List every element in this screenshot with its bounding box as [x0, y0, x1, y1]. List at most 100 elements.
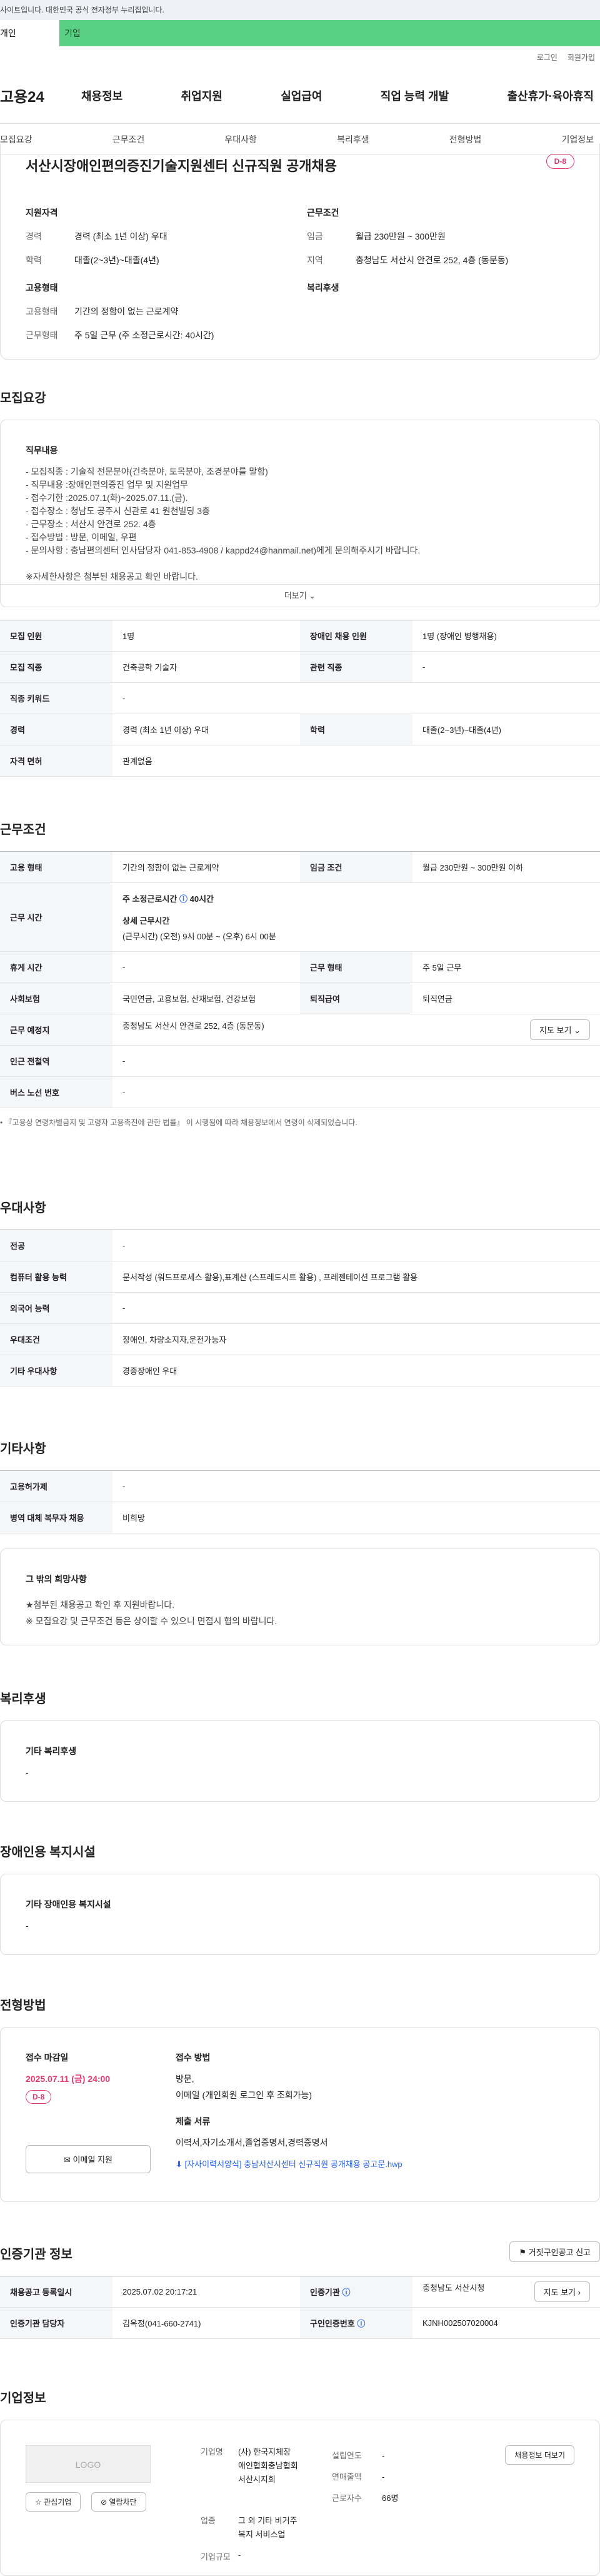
cell-key: 퇴직급여 — [300, 982, 412, 1014]
gnb-item-leave[interactable]: 출산휴가·육아휴직 — [508, 88, 594, 104]
method-block: 접수 방법 방문, 이메일 (개인회원 로그인 후 조회가능) 제출 서류 이력… — [176, 2051, 576, 2169]
table-row: 병역 대체 복무자 채용 비희망 — [0, 1502, 600, 1533]
notice-bar: 사이트입니다. 대한민국 공식 전자정부 누리집입니다. — [0, 0, 600, 20]
career-key: 경력 — [26, 231, 42, 241]
block-button[interactable]: ⊘ 열람차단 — [91, 2492, 146, 2512]
type-key: 고용형태 — [26, 306, 58, 316]
cell-key: 인증기관 ⓘ — [300, 2276, 412, 2308]
email-apply-button[interactable]: ✉ 이메일 지원 — [26, 2145, 151, 2173]
work-heading: 근무조건 — [0, 823, 46, 837]
table-row: 사회보험 국민연금, 고용보험, 산재보험, 건강보험 퇴직급여 퇴직연금 — [0, 982, 600, 1014]
cell-value: - — [112, 1076, 600, 1108]
star-icon: ☆ — [35, 2498, 42, 2507]
method-value: 이메일 (개인회원 로그인 후 조회가능) — [176, 2090, 312, 2100]
pref-table: 전공 - 컴퓨터 활용 능력 문서작성 (워드프로세스 활용),표계산 (스프레드시… — [0, 1230, 600, 1386]
util-bar: 로그인 회원가입 — [0, 46, 600, 68]
size-key: 기업규모 — [201, 2552, 231, 2562]
attachment-name: [자사이력서양식] 충남서산시센터 신규직원 공개채용 공고문.hwp — [184, 2159, 402, 2169]
table-row: 경력 경력 (최소 1년 이상) 우대 학력 대졸(2~3년)~대졸(4년) — [0, 714, 600, 745]
info-icon[interactable]: ⓘ — [342, 2288, 350, 2297]
pay-key: 임금 — [307, 231, 323, 241]
name-line: 서산시지회 — [238, 2475, 276, 2484]
addr-cell: 충청남도 서산시 안견로 252, 4층 (동문동) 지도 보기 ⌄ — [112, 1014, 600, 1046]
type-value: 기간의 정함이 없는 근로계약 — [74, 306, 179, 316]
cert-label: 인증기관 — [310, 2288, 340, 2297]
emp-key: 근로자수 — [332, 2493, 362, 2503]
method-value: 방문, — [176, 2074, 194, 2084]
work-section: 근무조건 고용 형태 기간의 정함이 없는 근로계약 임금 조건 월급 230만원 ~… — [0, 819, 600, 1128]
map-button[interactable]: 지도 보기 ⌄ — [530, 1019, 590, 1040]
table-row: 우대조건 장애인, 차량소지자,운전가능자 — [0, 1323, 600, 1355]
favorite-button[interactable]: ☆ 관심기업 — [26, 2492, 81, 2512]
cell-value: - — [112, 682, 600, 714]
company-section: 기업정보 LOGO ☆ 관심기업 ⊘ 열람차단 기업명 (사) 한국지체장 애인협회… — [0, 2388, 600, 2576]
duty-card: 직무내용 - 모집직종 : 기술직 전문분야(건축분야, 토목분야, 조경분야를… — [0, 420, 600, 607]
hope-line: ★첨부된 채용공고 확인 후 지원바랍니다. — [26, 1600, 175, 1610]
report-button[interactable]: ⚑ 거짓구인공고 신고 — [509, 2241, 600, 2262]
sales-value: - — [382, 2472, 385, 2482]
recruit-table: 모집 인원 1명 장애인 채용 인원 1명 (장애인 병행채용) 모집 직종 건축공학 … — [0, 620, 600, 777]
cell-key: 모집 인원 — [0, 620, 112, 652]
cell-value: 1명 — [112, 620, 300, 652]
deadline-block: 접수 마감일 2025.07.11 (금) 24:00 D-8 ✉ 이메일 지원 — [26, 2051, 163, 2173]
gnb-item-support[interactable]: 취업지원 — [181, 88, 222, 104]
industry-line: 복지 서비스업 — [238, 2530, 286, 2539]
site-logo[interactable]: 고용24 — [0, 84, 81, 106]
info-icon[interactable]: ⓘ — [357, 2319, 365, 2328]
map-button[interactable]: 지도 보기 › — [534, 2281, 590, 2302]
table-row: 인증기관 담당자 김옥정(041-660-2741) 구인인증번호 ⓘ KJNH002… — [0, 2307, 600, 2339]
docs-value: 이력서,자기소개서,졸업증명서,경력증명서 — [176, 2138, 328, 2148]
table-row: 인근 전철역 - — [0, 1045, 600, 1077]
tab-company[interactable]: 기업 — [59, 20, 600, 46]
tab-personal[interactable]: 개인 — [0, 20, 59, 46]
hours-detail-value: (근무시간) (오전) 9시 00분 ~ (오후) 6시 00분 — [122, 932, 276, 941]
cell-value: 장애인, 차량소지자,운전가능자 — [112, 1323, 600, 1355]
table-row: 전공 - — [0, 1230, 600, 1261]
table-row: 버스 노선 번호 - — [0, 1076, 600, 1108]
cell-key: 모집 직종 — [0, 651, 112, 683]
table-row: 모집 직종 건축공학 기술자 관련 직종 - — [0, 651, 600, 683]
gnb-item-training[interactable]: 직업 능력 개발 — [381, 88, 449, 104]
area-key: 지역 — [307, 255, 323, 265]
welfare-card: 기타 복리후생 - — [0, 1720, 600, 1802]
company-jobs-button[interactable]: 채용정보 더보기 — [505, 2445, 574, 2465]
notice-text: 사이트입니다. 대한민국 공식 전자정부 누리집입니다. — [0, 6, 164, 14]
gnb-item-benefit[interactable]: 실업급여 — [281, 88, 322, 104]
cell-value: 문서작성 (워드프로세스 활용),표계산 (스프레드시트 활용) , 프레젠테이… — [112, 1261, 600, 1293]
join-link[interactable]: 회원가입 — [568, 52, 595, 63]
welfare-block: 복리후생 — [307, 281, 339, 305]
cell-key: 경력 — [0, 714, 112, 745]
cell-key: 장애인 채용 인원 — [300, 620, 412, 652]
screen-card: 접수 마감일 2025.07.11 (금) 24:00 D-8 ✉ 이메일 지원… — [0, 2027, 600, 2202]
industry-value: 그 외 기타 비거주 복지 서비스업 — [238, 2514, 298, 2542]
login-link[interactable]: 로그인 — [537, 52, 558, 63]
disab-heading: 장애인용 복지시설 — [0, 1846, 96, 1859]
form-heading: 고용형태 — [26, 283, 58, 293]
more-button[interactable]: 더보기 ⌄ — [1, 584, 599, 607]
hope-title: 그 밖의 희망사항 — [26, 1574, 87, 1584]
cert-section: 인증기관 정보 ⚑ 거짓구인공고 신고 채용공고 등록일시 2025.07.02 … — [0, 2241, 600, 2339]
cell-value: - — [112, 1230, 600, 1261]
name-line: 애인협회충남협회 — [238, 2461, 298, 2470]
name-line: (사) 한국지체장 — [238, 2447, 291, 2457]
name-key: 기업명 — [201, 2447, 223, 2457]
cell-value: 경력 (최소 1년 이상) 우대 — [112, 714, 300, 745]
deadline-value: 2025.07.11 (금) 24:00 — [26, 2074, 111, 2084]
cell-key: 컴퓨터 활용 능력 — [0, 1261, 112, 1293]
table-row: 근무 시간 주 소정근로시간 ⓘ 40시간 상세 근무시간 (근무시간) (오전… — [0, 882, 600, 952]
duty-line: - 접수방법 : 방문, 이메일, 우편 — [26, 532, 137, 542]
attachment-link[interactable]: ⬇ [자사이력서양식] 충남서산시센터 신규직원 공개채용 공고문.hwp — [176, 2158, 576, 2169]
table-row: 기타 우대사항 경증장애인 우대 — [0, 1355, 600, 1386]
report-label: 거짓구인공고 신고 — [528, 2248, 591, 2257]
hope-card: 그 밖의 희망사항 ★첨부된 채용공고 확인 후 지원바랍니다. ※ 모집요강 … — [0, 1548, 600, 1645]
etc-section: 기타사항 고용허가제 - 병역 대체 복무자 채용 비희망 그 밖의 희망사항 ★첨… — [0, 1438, 600, 1645]
cell-value: - — [112, 951, 300, 983]
cert-cell: 충청남도 서산시청 지도 보기 › — [412, 2276, 600, 2308]
age-note: • 『고용상 연령차별금지 및 고령자 고용촉진에 관한 법률』 이 시행됨에 … — [0, 1118, 358, 1127]
hours-label: 주 소정근로시간 — [122, 894, 178, 904]
download-icon: ⬇ — [176, 2159, 182, 2169]
info-icon[interactable]: ⓘ — [179, 894, 188, 904]
cell-value: 관계없음 — [112, 745, 600, 777]
gnb-item-recruit[interactable]: 채용정보 — [81, 88, 122, 104]
block-icon: ⊘ — [101, 2498, 108, 2507]
